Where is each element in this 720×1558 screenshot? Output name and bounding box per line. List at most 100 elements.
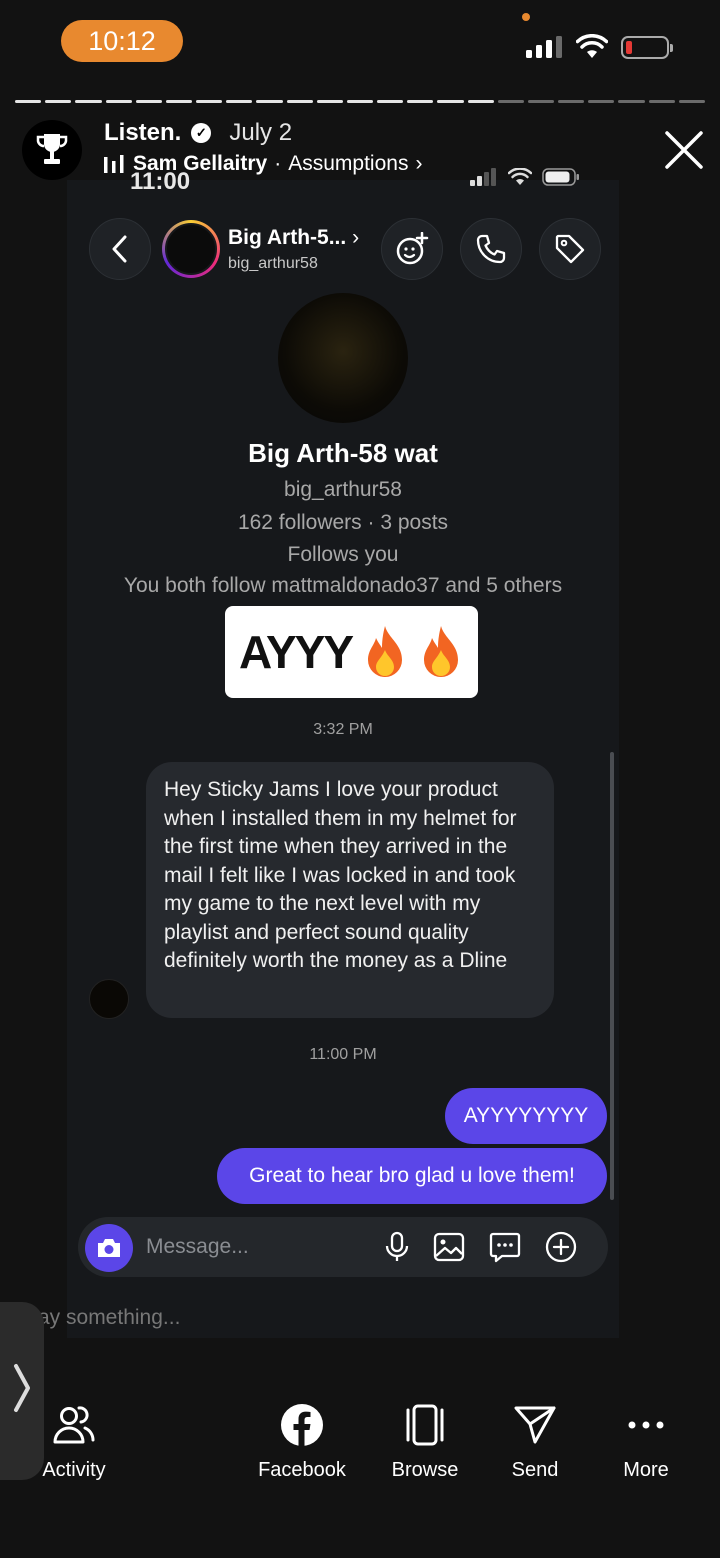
nav-browse-label: Browse	[391, 1459, 459, 1481]
tag-icon	[555, 234, 585, 264]
story-progress-segment	[648, 100, 675, 103]
camera-icon	[98, 1239, 120, 1257]
story-author-avatar[interactable]	[22, 120, 82, 180]
add-circle-icon[interactable]	[544, 1230, 578, 1264]
browse-cards-icon	[406, 1404, 444, 1446]
story-author-name: Listen.	[104, 119, 182, 146]
incoming-message-bubble[interactable]: Hey Sticky Jams I love your product when…	[146, 762, 554, 1018]
facebook-icon	[281, 1404, 323, 1446]
outgoing-message-bubble[interactable]: AYYYYYYYY	[445, 1088, 607, 1144]
story-progress-segment	[196, 100, 223, 103]
dm-contact-name: Big Arth-5... ›	[228, 226, 360, 249]
signal-icon	[470, 168, 496, 186]
nav-facebook-label: Facebook	[258, 1459, 346, 1481]
nav-browse[interactable]: Browse	[380, 1368, 470, 1482]
music-title: Assumptions	[288, 152, 409, 175]
chevron-right-icon: ›	[415, 152, 423, 175]
story-date: July 2	[229, 119, 293, 146]
sticker-text: AYYY	[238, 626, 354, 678]
story-progress-segment	[15, 100, 42, 103]
message-timestamp: 11:00 PM	[309, 1046, 377, 1063]
fire-emoji-icon	[424, 626, 459, 677]
outgoing-message-bubble[interactable]: Great to hear bro glad u love them!	[217, 1148, 607, 1204]
tag-button[interactable]	[539, 218, 601, 280]
verified-badge-icon: ✓	[191, 123, 212, 143]
nav-send[interactable]: Send	[495, 1368, 575, 1482]
story-author-row[interactable]: Listen. ✓ July 2	[104, 119, 292, 147]
story-progress-segment	[678, 100, 705, 103]
recording-indicator	[522, 13, 530, 21]
message-composer[interactable]: Message...	[78, 1217, 608, 1277]
nav-facebook[interactable]: Facebook	[250, 1368, 354, 1482]
nav-send-label: Send	[511, 1459, 559, 1481]
dm-contact-handle: big_arthur58	[228, 255, 318, 272]
status-bar: 10:12	[0, 0, 720, 84]
story-progress-segment	[558, 100, 585, 103]
battery-icon	[542, 168, 579, 186]
wifi-icon	[508, 168, 532, 185]
music-bars-icon	[104, 155, 124, 173]
chevron-right-icon: ›	[352, 226, 360, 249]
dm-contact-header[interactable]: Big Arth-5... › big_arthur58	[162, 218, 380, 280]
scrollbar[interactable]	[610, 752, 614, 1200]
story-progress-segment	[105, 100, 132, 103]
story-progress-segment	[45, 100, 72, 103]
status-time: 10:12	[61, 20, 183, 62]
face-sparkle-icon	[396, 232, 429, 265]
story-progress-bar	[15, 100, 705, 104]
story-progress-segment	[407, 100, 434, 103]
screenshot-status-icons	[470, 168, 580, 186]
story-progress-segment	[437, 100, 464, 103]
story-progress-segment	[377, 100, 404, 103]
mutual-followers: You both follow mattmaldonado37 and 5 ot…	[123, 574, 563, 597]
music-separator: ·	[274, 152, 282, 175]
story-progress-segment	[226, 100, 253, 103]
screenshot-status-time: 11:00	[130, 168, 191, 195]
microphone-icon[interactable]	[380, 1230, 414, 1264]
follows-you-label: Follows you	[287, 543, 399, 566]
activity-people-icon	[53, 1406, 95, 1444]
nav-activity-label: Activity	[42, 1459, 106, 1481]
wifi-icon	[576, 34, 608, 58]
dm-contact-avatar	[162, 220, 220, 278]
gallery-icon[interactable]	[432, 1230, 466, 1264]
story-progress-segment	[467, 100, 494, 103]
story-progress-segment	[346, 100, 374, 103]
sticker-chat-icon[interactable]	[488, 1230, 522, 1264]
sender-avatar[interactable]	[89, 979, 129, 1019]
story-progress-segment	[165, 100, 193, 103]
story-progress-segment	[135, 100, 162, 103]
profile-stats: 162 followers · 3 posts	[237, 511, 449, 534]
profile-name: Big Arth-58 wat	[248, 438, 438, 468]
phone-icon	[476, 234, 506, 264]
call-button[interactable]	[460, 218, 522, 280]
message-timestamp: 3:32 PM	[313, 721, 373, 738]
effects-button[interactable]	[381, 218, 443, 280]
back-button[interactable]	[89, 218, 151, 280]
signal-icon	[526, 36, 562, 58]
story-progress-segment	[286, 100, 313, 103]
send-icon	[514, 1406, 556, 1444]
chevron-left-icon	[112, 235, 127, 263]
story-progress-segment	[527, 100, 555, 103]
profile-handle: big_arthur58	[284, 478, 402, 501]
nav-activity[interactable]: Activity	[24, 1368, 124, 1482]
story-progress-segment	[75, 100, 102, 103]
more-dots-icon	[628, 1421, 664, 1429]
story-progress-segment	[497, 100, 524, 103]
trophy-icon	[36, 134, 68, 164]
fire-emoji-icon	[368, 626, 403, 677]
battery-icon	[621, 36, 673, 59]
nav-more-label: More	[623, 1459, 669, 1481]
story-reply-input[interactable]: ay something...	[38, 1306, 180, 1330]
story-progress-segment	[256, 100, 283, 103]
message-input[interactable]: Message...	[146, 1235, 249, 1259]
story-progress-segment	[618, 100, 645, 103]
close-icon[interactable]	[664, 130, 704, 170]
story-progress-segment	[588, 100, 615, 103]
profile-picture[interactable]	[278, 293, 408, 423]
bottom-nav: Activity Facebook Browse Send More	[0, 1368, 720, 1558]
ayyy-sticker: AYYY	[225, 606, 478, 698]
camera-button[interactable]	[85, 1224, 133, 1272]
nav-more[interactable]: More	[606, 1368, 686, 1482]
